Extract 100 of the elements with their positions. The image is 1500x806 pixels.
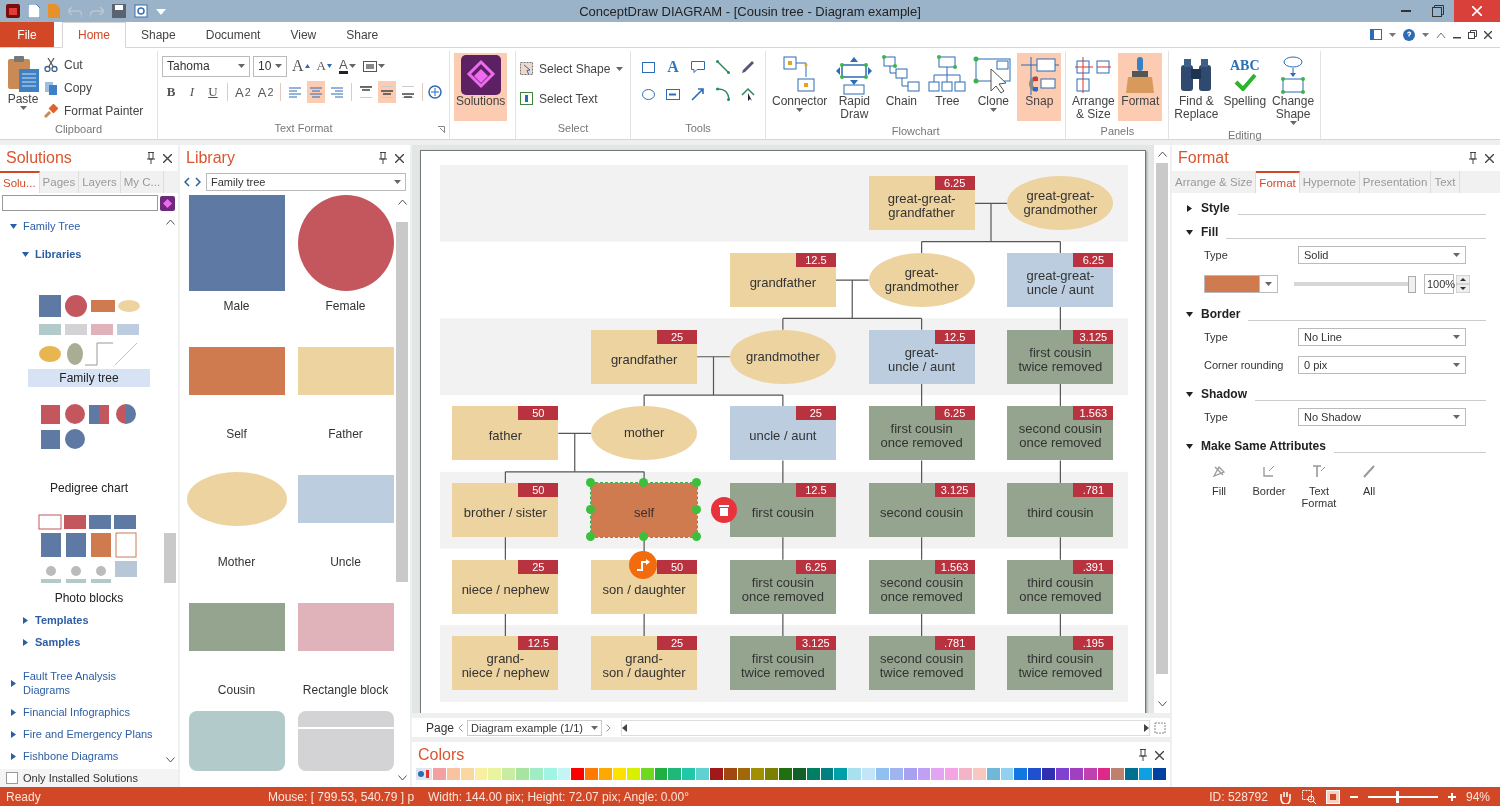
node-label: brother / sister bbox=[463, 504, 547, 521]
grow-font-button[interactable]: A bbox=[290, 55, 312, 77]
format-button[interactable]: Format bbox=[1118, 53, 1163, 121]
family-member-oval[interactable]: great- grandmother bbox=[868, 253, 975, 308]
dropdown-field[interactable]: Solid bbox=[1298, 246, 1466, 264]
family-member-box[interactable]: second cousin 3.125 bbox=[868, 483, 975, 538]
select-text-button[interactable]: Select Text bbox=[520, 89, 624, 108]
dropdown-field[interactable]: No Shadow bbox=[1298, 408, 1466, 426]
tree-item[interactable]: Templates bbox=[35, 613, 89, 627]
panel-tab[interactable]: Format bbox=[1256, 171, 1300, 193]
make-same-text-button[interactable]: Text Format bbox=[1302, 463, 1336, 509]
cut-button[interactable]: Cut bbox=[44, 55, 144, 74]
family-member-box[interactable]: grand- son / daughter 25 bbox=[591, 636, 698, 691]
tree-item[interactable]: Libraries bbox=[35, 247, 82, 261]
library-item[interactable]: Family tree bbox=[28, 369, 150, 387]
rapid-draw-button[interactable]: Rapid Draw bbox=[831, 53, 878, 123]
shape-label: Father bbox=[328, 426, 363, 441]
bold-button[interactable]: B bbox=[162, 81, 180, 103]
italic-button[interactable]: I bbox=[183, 81, 201, 103]
tree-button[interactable]: Tree bbox=[925, 53, 970, 121]
family-member-box[interactable]: second cousin once removed 1.563 bbox=[1007, 406, 1114, 461]
library-dropdown[interactable]: Family tree bbox=[206, 173, 406, 191]
ribbon-tab[interactable]: Shape bbox=[126, 22, 191, 47]
font-name-field[interactable]: Tahoma bbox=[162, 55, 250, 77]
node-label: grand- niece / nephew bbox=[461, 650, 550, 681]
font-color-button[interactable]: A bbox=[336, 55, 358, 77]
section-title[interactable]: Make Same Attributes bbox=[1201, 439, 1326, 453]
change-shape-button[interactable]: Change Shape bbox=[1270, 53, 1317, 127]
find-button[interactable]: Find & Replace bbox=[1173, 53, 1220, 123]
connector-button[interactable]: Connector bbox=[770, 53, 830, 121]
family-member-box[interactable]: third cousin .781 bbox=[1007, 483, 1114, 538]
family-member-oval[interactable]: mother bbox=[591, 406, 698, 461]
make-same-all-button[interactable]: All bbox=[1352, 463, 1386, 509]
family-member-box[interactable]: first cousin 12.5 bbox=[729, 483, 836, 538]
arrange-button[interactable]: Arrange & Size bbox=[1070, 53, 1117, 123]
tree-item[interactable]: Financial Infographics bbox=[23, 705, 130, 719]
underline-button[interactable]: U bbox=[204, 81, 222, 103]
library-item[interactable]: Pedigree chart bbox=[28, 479, 150, 497]
solutions-button[interactable]: Solutions bbox=[454, 53, 508, 121]
ribbon-tab[interactable]: Share bbox=[331, 22, 394, 47]
text-tool[interactable]: A bbox=[667, 59, 679, 75]
clone-button[interactable]: Clone bbox=[971, 53, 1016, 121]
ribbon-tab[interactable]: Home bbox=[62, 22, 126, 48]
degree-badge: 12.5 bbox=[795, 483, 836, 498]
shape-label: Mother bbox=[217, 554, 256, 569]
family-member-box[interactable]: uncle / aunt 25 bbox=[729, 406, 836, 461]
family-member-box[interactable]: second cousin once removed 1.563 bbox=[868, 559, 975, 614]
font-size-field[interactable]: 10 bbox=[253, 55, 287, 77]
family-member-box[interactable]: first cousin once removed 6.25 bbox=[729, 559, 836, 614]
library-item[interactable]: Photo blocks bbox=[28, 589, 150, 607]
family-member-box[interactable]: niece / nephew 25 bbox=[452, 559, 559, 614]
tree-item[interactable]: Fire and Emergency Plans bbox=[23, 727, 153, 741]
shrink-font-button[interactable]: A bbox=[314, 55, 334, 77]
family-member-box[interactable]: first cousin twice removed 3.125 bbox=[729, 636, 836, 691]
mouse-position: Mouse: [ 799.53, 540.79 ] p bbox=[268, 789, 416, 804]
family-member-box[interactable]: son / daughter 50 bbox=[591, 559, 698, 614]
family-member-box[interactable]: great-great- grandfather 6.25 bbox=[868, 176, 975, 231]
dropdown-field[interactable]: 0 pix bbox=[1298, 356, 1466, 374]
family-member-box[interactable]: first cousin once removed 6.25 bbox=[868, 406, 975, 461]
family-member-box[interactable]: great-great- uncle / aunt 6.25 bbox=[1007, 253, 1114, 308]
snap-button[interactable]: Snap bbox=[1017, 53, 1062, 121]
dropdown-field[interactable]: No Line bbox=[1298, 328, 1466, 346]
make-same-border-button[interactable]: Border bbox=[1252, 463, 1286, 509]
paste-button[interactable]: Paste bbox=[4, 53, 42, 121]
family-member-box[interactable]: great- uncle / aunt 12.5 bbox=[868, 329, 975, 384]
family-member-box[interactable]: first cousin twice removed 3.125 bbox=[1007, 329, 1114, 384]
degree-badge: 25 bbox=[795, 406, 836, 421]
spelling-button[interactable]: ABC Spelling bbox=[1221, 53, 1269, 121]
tree-item[interactable]: Family Tree bbox=[23, 219, 81, 233]
panel-title: Solutions bbox=[6, 149, 73, 167]
family-member-box[interactable]: grandfather 25 bbox=[591, 329, 698, 384]
file-menu-button[interactable]: File bbox=[0, 22, 54, 47]
opacity-field[interactable]: 100% bbox=[1424, 274, 1454, 294]
family-member-box[interactable]: second cousin twice removed .781 bbox=[868, 636, 975, 691]
section-title[interactable]: Style bbox=[1201, 201, 1230, 215]
select-shape-button[interactable]: Select Shape bbox=[520, 59, 624, 78]
tree-item[interactable]: Fault Tree Analysis Diagrams bbox=[23, 669, 133, 697]
family-member-box[interactable]: self bbox=[591, 483, 698, 538]
family-member-box[interactable]: father 50 bbox=[452, 406, 559, 461]
ribbon-tab[interactable]: View bbox=[275, 22, 332, 47]
tree-item[interactable]: Fishbone Diagrams bbox=[23, 749, 119, 763]
format-painter-button[interactable]: Format Painter bbox=[44, 101, 144, 120]
panel-tab[interactable]: Solu... bbox=[0, 171, 40, 193]
ribbon-tab[interactable]: Document bbox=[190, 22, 276, 47]
node-label: self bbox=[634, 504, 655, 521]
family-member-box[interactable]: brother / sister 50 bbox=[452, 483, 559, 538]
family-member-box[interactable]: third cousin twice removed .195 bbox=[1007, 636, 1114, 691]
family-member-box[interactable]: grandfather 12.5 bbox=[729, 253, 836, 308]
make-same-fill-button[interactable]: Fill bbox=[1202, 463, 1236, 509]
copy-button[interactable]: Copy bbox=[44, 78, 144, 97]
chain-button[interactable]: Chain bbox=[879, 53, 924, 121]
section-title[interactable]: Shadow bbox=[1201, 387, 1247, 401]
degree-badge: 50 bbox=[518, 483, 559, 498]
tree-item[interactable]: Samples bbox=[35, 635, 81, 649]
page-dropdown[interactable]: Diagram example (1/1) bbox=[467, 719, 602, 736]
section-title[interactable]: Fill bbox=[1201, 225, 1219, 239]
section-title[interactable]: Border bbox=[1201, 307, 1241, 321]
family-member-box[interactable]: grand- niece / nephew 12.5 bbox=[452, 636, 559, 691]
family-member-box[interactable]: third cousin once removed .391 bbox=[1007, 559, 1114, 614]
group-label: Flowchart bbox=[891, 125, 940, 137]
